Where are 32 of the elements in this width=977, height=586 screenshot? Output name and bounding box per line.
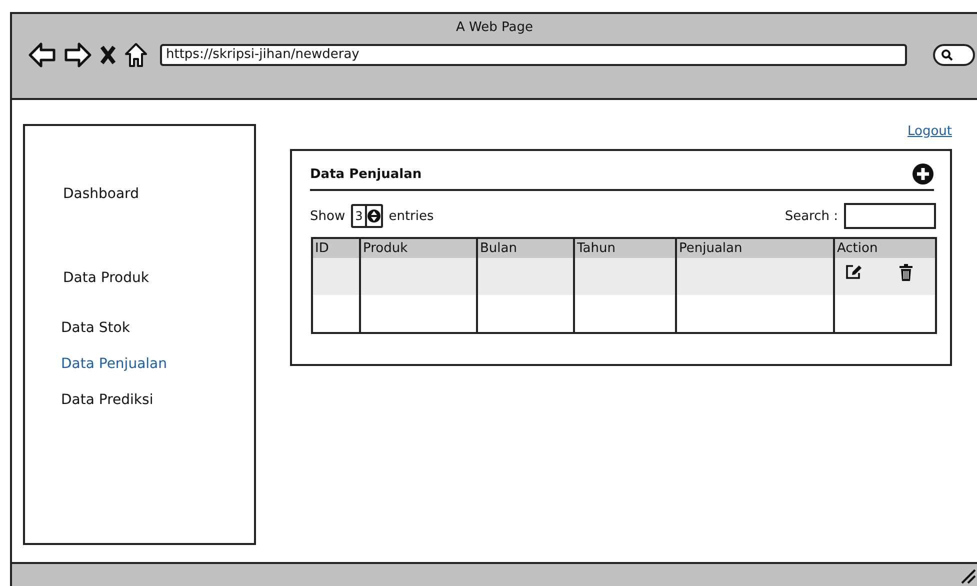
- logout-link[interactable]: Logout: [907, 124, 952, 139]
- home-icon[interactable]: [124, 42, 148, 68]
- back-arrow-icon[interactable]: [28, 42, 56, 68]
- show-label: Show: [310, 208, 346, 224]
- column-header: Penjualan: [676, 238, 834, 258]
- search-field[interactable]: [844, 203, 936, 229]
- edit-icon[interactable]: [845, 264, 863, 280]
- column-header: Tahun: [574, 238, 676, 258]
- url-field[interactable]: https://skripsi-jihan/newderay: [160, 44, 907, 66]
- column-header: Bulan: [477, 238, 574, 258]
- window-title: A Web Page: [455, 19, 534, 37]
- column-header: Action: [834, 238, 936, 258]
- panel-title: Data Penjualan: [310, 166, 422, 182]
- stepper-arrows-icon[interactable]: [364, 206, 381, 226]
- entries-value: 3: [354, 208, 364, 225]
- sidebar-item[interactable]: Dashboard: [63, 184, 139, 204]
- search-icon: [941, 49, 953, 61]
- trash-icon[interactable]: [899, 264, 913, 281]
- entries-label: entries: [388, 208, 434, 224]
- column-header: Produk: [360, 238, 477, 258]
- resize-grip-icon[interactable]: [960, 568, 976, 584]
- sidebar-item[interactable]: Data Produk: [63, 268, 149, 288]
- forward-arrow-icon[interactable]: [64, 42, 92, 68]
- search-field[interactable]: [933, 44, 975, 66]
- sidebar-item[interactable]: Data Penjualan: [61, 354, 167, 374]
- close-icon[interactable]: [100, 45, 116, 65]
- entries-stepper[interactable]: 3: [351, 204, 383, 228]
- sidebar-item[interactable]: Data Stok: [61, 318, 130, 338]
- column-header: ID: [312, 238, 360, 258]
- search-label: Search :: [784, 208, 838, 224]
- sidebar-item[interactable]: Data Prediksi: [61, 390, 154, 410]
- add-icon[interactable]: [912, 163, 934, 185]
